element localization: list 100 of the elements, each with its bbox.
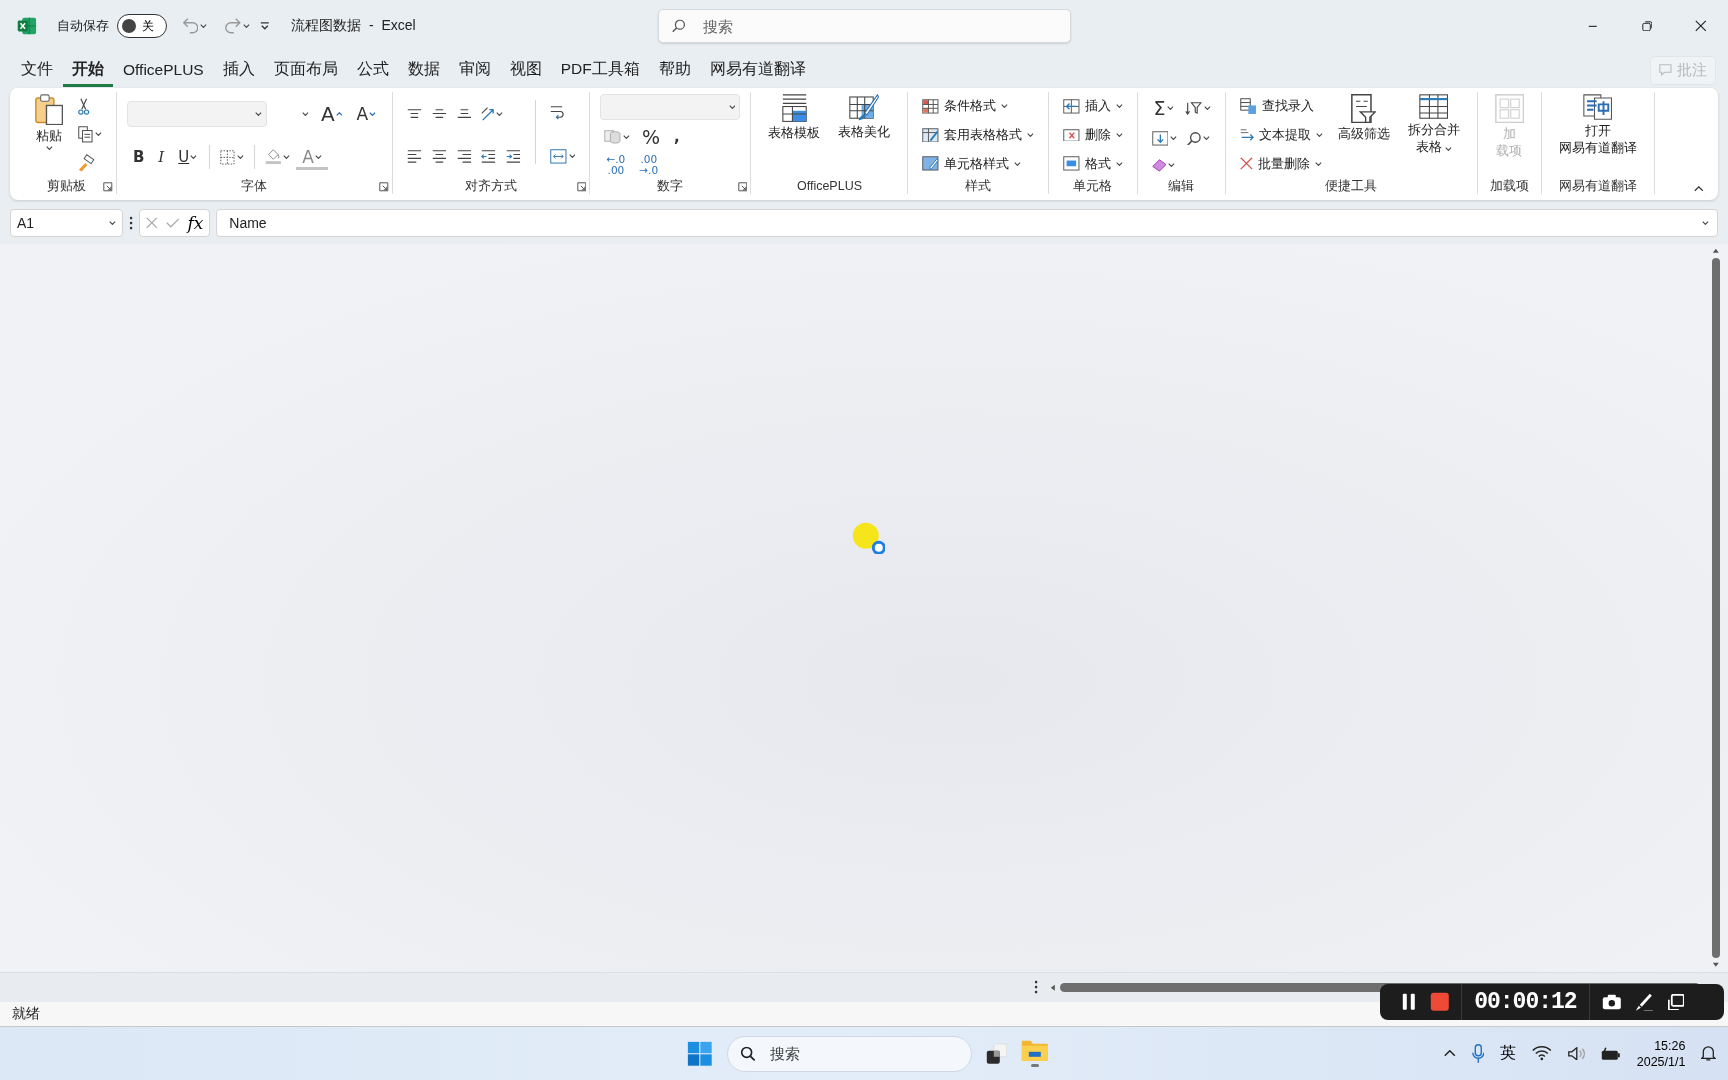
increase-indent-icon — [506, 150, 521, 164]
format-button[interactable]: , — [668, 126, 686, 148]
ribbon-tab[interactable]: 数据 — [398, 53, 449, 87]
group-label: OfficePLUS — [796, 178, 862, 194]
folder-icon — [1021, 1039, 1049, 1062]
pause-button[interactable] — [1402, 993, 1416, 1011]
ribbon-button[interactable]: 插入 — [1059, 95, 1127, 118]
format-button[interactable]: A — [296, 144, 328, 170]
task-view-icon[interactable] — [985, 1042, 1008, 1065]
file-explorer-button[interactable] — [1021, 1039, 1049, 1068]
ribbon-tab[interactable]: 审阅 — [449, 53, 500, 87]
formula-field[interactable]: Name — [216, 209, 1718, 237]
clock-time: 15:26 — [1654, 1037, 1686, 1054]
microphone-icon[interactable] — [1471, 1043, 1485, 1064]
ribbon-tab[interactable]: OfficePLUS — [114, 54, 213, 86]
ribbon-button[interactable]: 套用表格格式 — [918, 124, 1039, 146]
group-label: 剪贴板 — [47, 178, 87, 194]
windows-icon — [1667, 993, 1685, 1011]
ribbon-button[interactable]: 格式 — [1059, 152, 1127, 175]
screenshot-button[interactable] — [1601, 993, 1622, 1011]
ribbon-button[interactable]: 删除 — [1059, 124, 1127, 146]
format-button[interactable]: U — [172, 146, 204, 169]
caret-icon — [242, 23, 250, 29]
ribbon-button[interactable]: 批量删除 — [1235, 152, 1326, 175]
ribbon-tab[interactable]: 插入 — [213, 53, 264, 87]
spreadsheet-logo-icon — [17, 17, 37, 35]
format-button[interactable]: B — [126, 146, 151, 169]
caret-icon — [1444, 146, 1452, 152]
dialog-launcher-icon[interactable] — [103, 182, 113, 192]
chevron-up-icon[interactable] — [1444, 1050, 1456, 1057]
wifi-icon[interactable] — [1532, 1046, 1552, 1061]
more-options-icon[interactable] — [1034, 980, 1039, 995]
ribbon-tab[interactable]: PDF工具箱 — [551, 53, 649, 87]
start-icon[interactable] — [687, 1040, 713, 1067]
ribbon-button[interactable]: 拆分合并 表格 — [1400, 92, 1467, 178]
ribbon-button[interactable]: 单元格样式 — [918, 152, 1026, 175]
ribbon-button[interactable]: 表格美化 — [831, 92, 898, 178]
taskbar-search-field[interactable]: 搜索 — [726, 1035, 972, 1072]
annotate-button[interactable] — [1635, 992, 1654, 1012]
ribbon-button[interactable]: 文本提取 — [1235, 124, 1327, 146]
align-left-icon — [406, 150, 422, 164]
dialog-launcher-icon[interactable] — [576, 182, 587, 192]
ribbon-button[interactable]: 条件格式 — [918, 95, 1013, 118]
dropdown-field[interactable] — [126, 101, 267, 128]
caret-down-icon — [369, 112, 376, 117]
comment-icon — [1659, 64, 1672, 76]
pen-icon — [1635, 992, 1654, 1012]
stop-icon — [1429, 992, 1450, 1012]
dialog-launcher-icon[interactable] — [379, 182, 389, 192]
ribbon-button[interactable]: 粘贴 — [28, 92, 71, 178]
ribbon-tab[interactable]: 视图 — [500, 53, 551, 87]
search-field[interactable]: 搜索 — [657, 9, 1071, 43]
ribbon-button[interactable]: 查找录入 — [1235, 95, 1318, 118]
diagonal-arrow-icon — [481, 106, 495, 121]
ribbon-tab[interactable]: 公式 — [347, 53, 398, 87]
table-brush-icon — [922, 127, 940, 143]
volume-icon[interactable] — [1567, 1046, 1586, 1061]
group-label: 编辑 — [1168, 178, 1195, 194]
caret-icon — [190, 155, 198, 160]
notification-bell-icon[interactable] — [1701, 1046, 1716, 1061]
ribbon-tab[interactable]: 帮助 — [649, 53, 700, 87]
ribbon-tab[interactable]: 文件 — [12, 53, 62, 87]
conditional-grid-icon — [922, 98, 940, 114]
scroll-down-icon — [1712, 962, 1720, 968]
customize-toolbar-icon[interactable] — [259, 22, 270, 30]
merge-cells-icon — [549, 148, 567, 164]
autosave-toggle[interactable]: 关 — [116, 14, 167, 38]
decrease-indent-icon — [481, 150, 497, 164]
close-icon — [1695, 20, 1707, 32]
decimal-button[interactable]: .00 →.0 — [633, 154, 665, 176]
format-button[interactable]: A — [350, 102, 382, 127]
ribbon-button[interactable]: 打开 网易有道翻译 — [1552, 92, 1644, 178]
clock-date: 2025/1/1 — [1636, 1053, 1686, 1070]
caret-icon — [200, 23, 208, 29]
format-button[interactable]: Σ — [1147, 95, 1180, 122]
more-options-icon[interactable] — [129, 215, 134, 231]
check-icon[interactable] — [165, 218, 180, 228]
stop-button[interactable] — [1429, 992, 1450, 1012]
scroll-left-icon — [1050, 983, 1056, 992]
dropdown-field[interactable] — [600, 94, 741, 120]
clock[interactable]: 15:26 2025/1/1 — [1636, 1037, 1686, 1070]
ribbon-tab[interactable]: 页面布局 — [264, 53, 347, 87]
scissors-icon — [78, 97, 90, 115]
dialog-launcher-icon[interactable] — [737, 182, 748, 192]
format-button[interactable]: % — [636, 124, 667, 150]
collapse-ribbon-button[interactable] — [1692, 184, 1706, 194]
filter-document-icon — [1351, 94, 1377, 124]
ribbon-button[interactable]: 表格模板 — [761, 92, 828, 178]
battery-icon[interactable] — [1601, 1046, 1621, 1061]
name-box[interactable]: A1 — [10, 209, 123, 237]
format-button[interactable]: I — [152, 146, 171, 169]
insert-function-button[interactable]: fx — [187, 213, 204, 233]
input-method-indicator[interactable]: 英 — [1500, 1043, 1517, 1064]
window-mode-button[interactable] — [1667, 993, 1685, 1011]
format-button[interactable]: A — [314, 100, 349, 129]
redo-icon — [225, 18, 241, 34]
decimal-button[interactable]: ←.0 .00 — [600, 154, 632, 176]
ribbon-button[interactable]: 高级筛选 — [1330, 92, 1397, 178]
delete-x-icon — [1239, 157, 1253, 171]
ribbon-tab[interactable]: 网易有道翻译 — [700, 53, 815, 87]
